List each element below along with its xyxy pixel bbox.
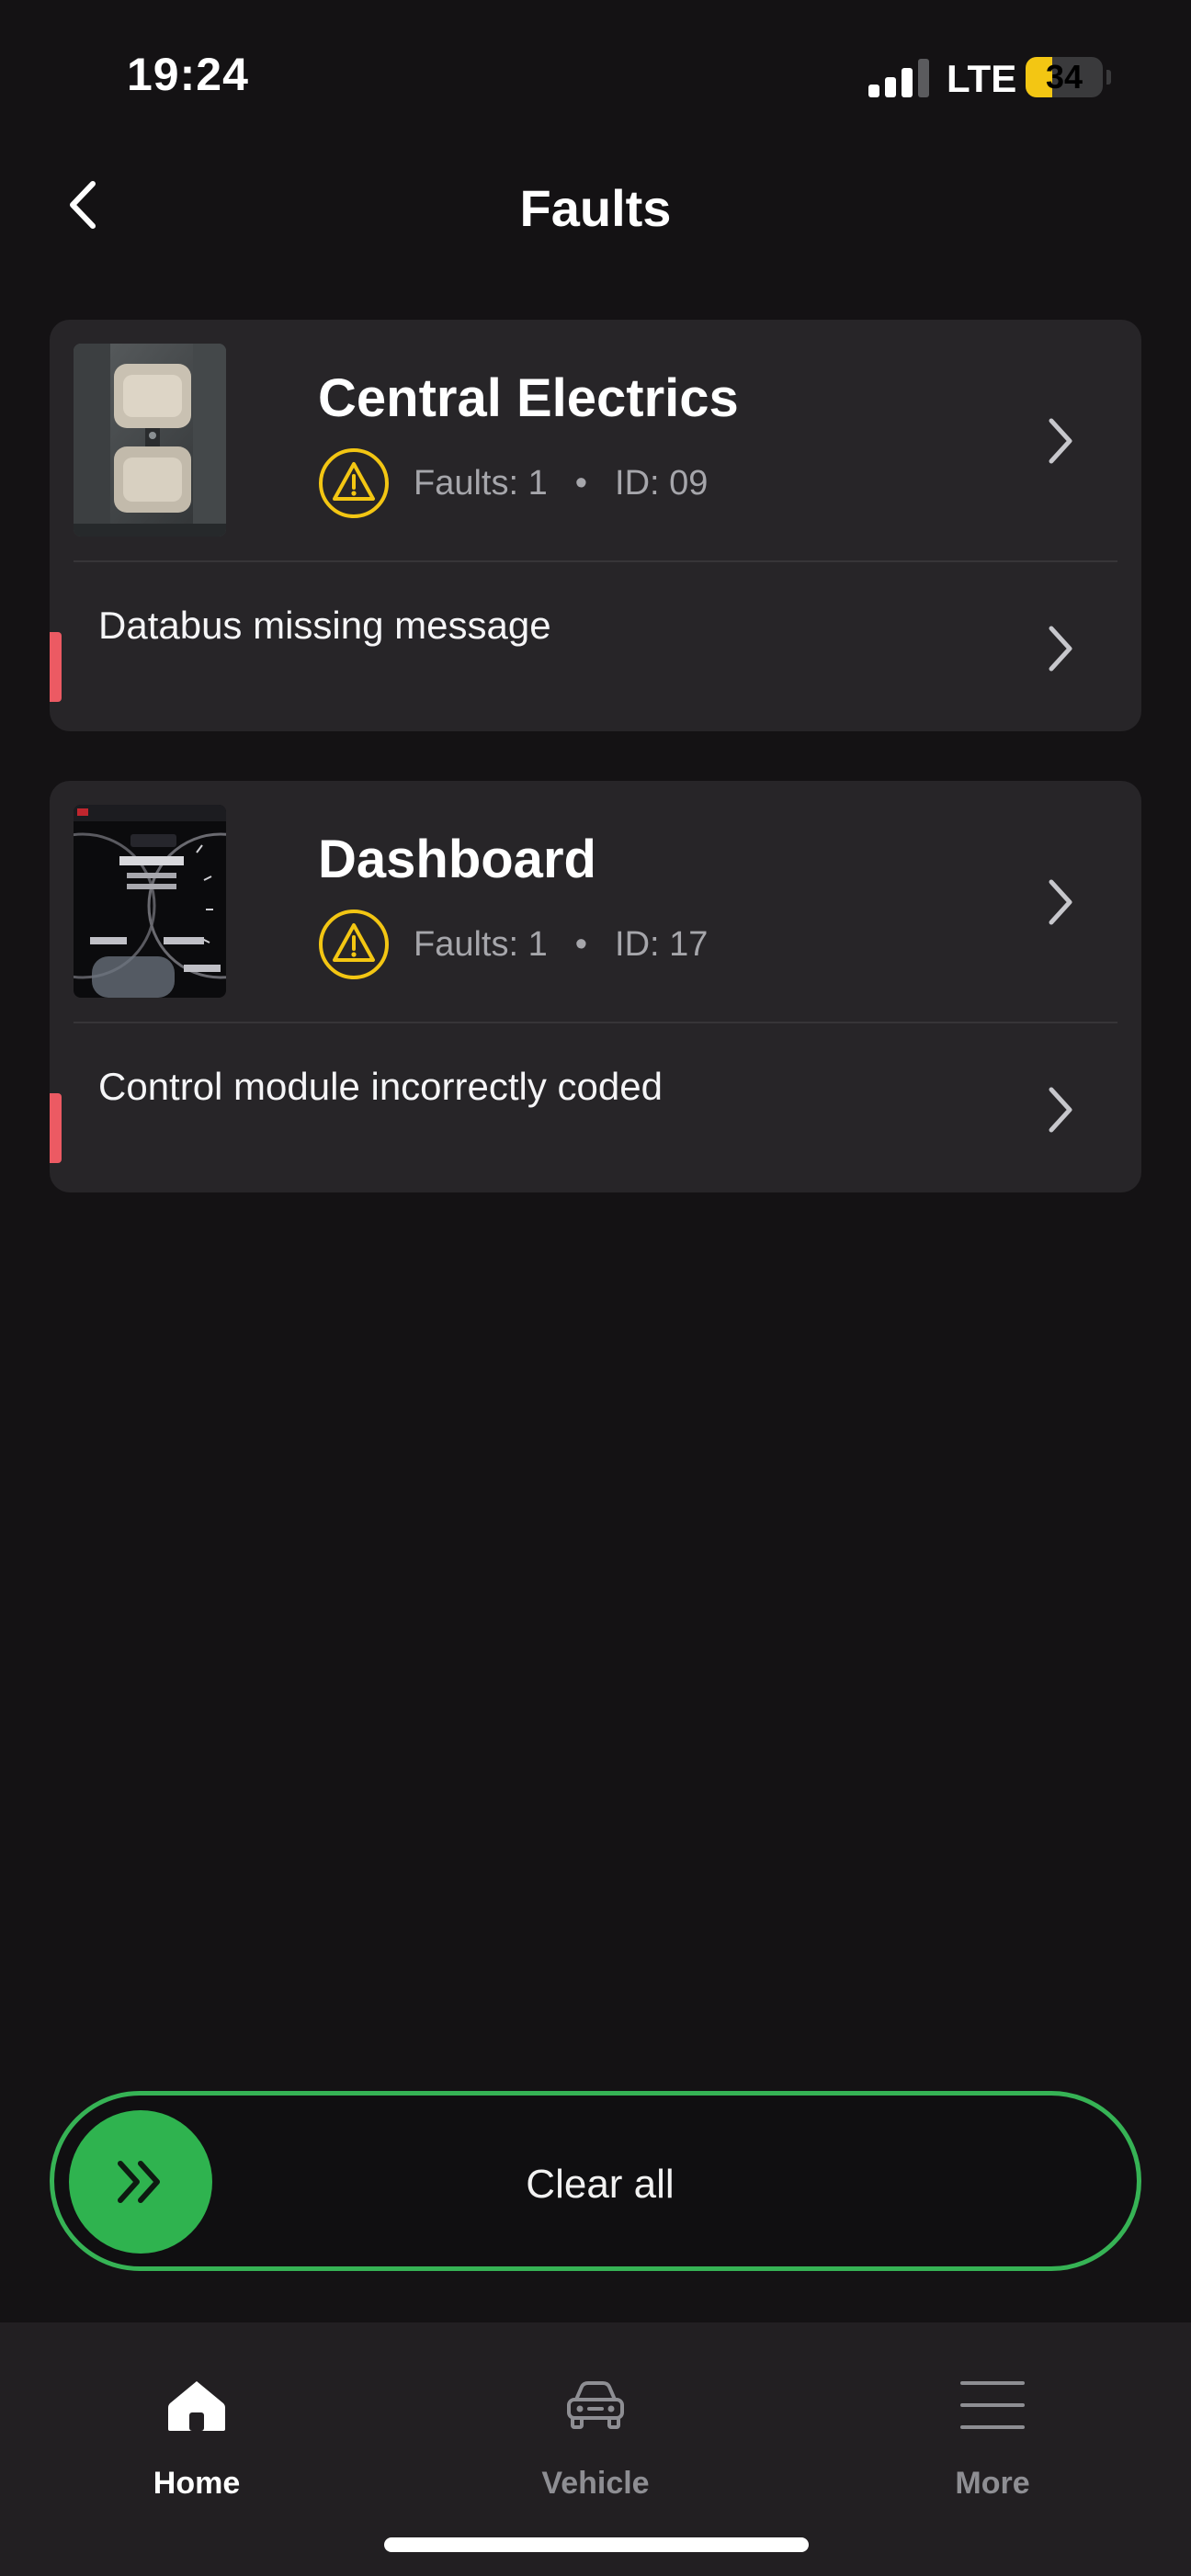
nav-header: Faults: [0, 165, 1191, 248]
fault-count: Faults: 1: [414, 463, 548, 503]
home-indicator: [384, 2537, 809, 2552]
chevron-right-icon: [1049, 418, 1072, 464]
fault-severity-indicator: [50, 1093, 62, 1163]
page-title: Faults: [519, 179, 672, 237]
clear-all-slider[interactable]: Clear all: [50, 2091, 1141, 2271]
cellular-signal-icon: [868, 59, 931, 97]
battery-cap: [1106, 70, 1111, 85]
tab-label: Home: [153, 2466, 241, 2501]
home-icon: [168, 2381, 225, 2431]
status-bar: 19:24 LTE 34: [0, 0, 1191, 147]
chevron-right-icon: [1049, 879, 1072, 925]
separator-dot: •: [574, 463, 588, 503]
chevron-right-icon: [1049, 1087, 1072, 1133]
fault-severity-indicator: [50, 632, 62, 702]
battery-icon: 34: [1026, 57, 1103, 97]
module-header[interactable]: Central Electrics Faults: 1 • ID: 09: [50, 320, 1141, 560]
network-type: LTE: [947, 57, 1017, 100]
tab-more[interactable]: More: [855, 2350, 1130, 2501]
chevron-right-icon: [1049, 626, 1072, 672]
warning-icon: [319, 448, 389, 518]
instrument-cluster-image: [74, 805, 226, 998]
module-card-central-electrics: Central Electrics Faults: 1 • ID: 09 Dat…: [50, 320, 1141, 731]
fault-count: Faults: 1: [414, 924, 548, 964]
module-card-dashboard: Dashboard Faults: 1 • ID: 17 Control mod…: [50, 781, 1141, 1192]
tab-label: Vehicle: [541, 2466, 650, 2501]
module-header[interactable]: Dashboard Faults: 1 • ID: 17: [50, 781, 1141, 1022]
module-meta: Faults: 1 • ID: 09: [318, 446, 708, 520]
fault-item[interactable]: Databus missing message: [50, 562, 1141, 731]
tab-vehicle[interactable]: Vehicle: [458, 2350, 733, 2501]
module-name: Central Electrics: [318, 368, 739, 428]
menu-icon: [960, 2381, 1025, 2429]
module-id: ID: 09: [615, 463, 709, 503]
fault-item[interactable]: Control module incorrectly coded: [50, 1023, 1141, 1192]
car-interior-image: [74, 344, 226, 537]
fault-message: Control module incorrectly coded: [98, 1065, 663, 1108]
battery-level: 34: [1045, 58, 1083, 96]
separator-dot: •: [574, 924, 588, 964]
warning-icon: [319, 910, 389, 979]
tab-home[interactable]: Home: [59, 2350, 335, 2501]
status-time: 19:24: [127, 49, 249, 100]
tab-label: More: [955, 2466, 1030, 2501]
fault-message: Databus missing message: [98, 604, 551, 647]
car-icon: [567, 2381, 624, 2429]
module-id: ID: 17: [615, 924, 709, 964]
clear-all-label: Clear all: [526, 2162, 675, 2207]
module-meta: Faults: 1 • ID: 17: [318, 908, 708, 981]
module-name: Dashboard: [318, 830, 596, 889]
